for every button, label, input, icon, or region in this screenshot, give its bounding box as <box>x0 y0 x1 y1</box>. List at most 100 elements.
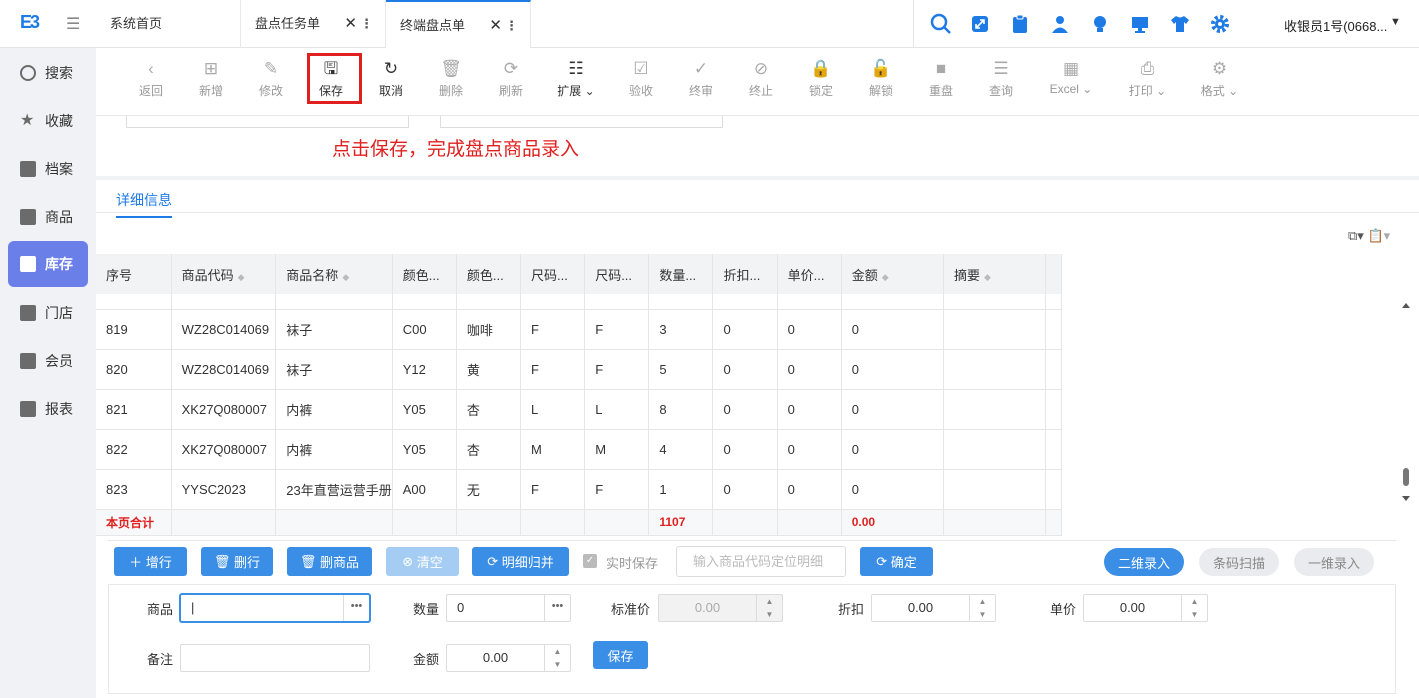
refresh-button[interactable]: ⟳ 刷新 <box>486 58 536 99</box>
ellipsis-icon[interactable]: ••• <box>343 595 369 621</box>
refresh-icon: ⟳ <box>487 553 502 569</box>
bulb-icon[interactable] <box>1090 14 1110 34</box>
stepper-icon[interactable]: ▲ ▼ <box>969 595 995 621</box>
query-button[interactable]: ☰ 查询 <box>976 58 1026 99</box>
cancel-button[interactable]: ↻ 取消 <box>366 58 416 99</box>
tab-count-task[interactable]: 盘点任务单 ✕ ⋮ <box>241 0 386 48</box>
add-row-button[interactable]: ＋ 增行 <box>114 547 187 576</box>
col-header[interactable]: 摘要 ◆ <box>943 254 1047 294</box>
close-icon[interactable]: ✕ <box>489 2 502 50</box>
accept-button[interactable]: ☑ 验收 <box>616 58 666 99</box>
col-header[interactable]: 颜色... <box>392 254 457 294</box>
col-header[interactable]: 商品代码 ◆ <box>171 254 277 294</box>
more-icon[interactable]: ⋮ <box>505 2 518 50</box>
col-header[interactable]: 颜色... <box>456 254 522 294</box>
col-header[interactable]: 序号 <box>96 254 172 294</box>
gear-icon[interactable] <box>1210 14 1230 34</box>
approve-button[interactable]: ✓ 终审 <box>676 58 726 99</box>
table-row[interactable]: 819 WZ28C014069 袜子 C00 咖啡 F F 3 0 0 0 <box>96 309 1062 350</box>
stepper-icon[interactable]: ▲ ▼ <box>544 645 570 671</box>
qr-entry-button[interactable]: 二维录入 <box>1104 548 1184 576</box>
form-field-partial[interactable] <box>126 116 409 128</box>
stepper-icon[interactable]: ▲ ▼ <box>1181 595 1207 621</box>
toolbar-label: Excel <box>1049 82 1079 96</box>
excel-button[interactable]: ▦ Excel ⌄ <box>1041 58 1101 96</box>
back-button[interactable]: ‹ 返回 <box>126 58 176 99</box>
search-icon[interactable] <box>930 13 952 35</box>
fullscreen-icon[interactable] <box>970 14 990 34</box>
sidebar-item-store[interactable]: 门店 <box>8 293 88 333</box>
edit-button[interactable]: ✎ 修改 <box>246 58 296 99</box>
print-button[interactable]: ⎙ 打印 ⌄ <box>1120 58 1175 99</box>
delete-button[interactable]: 🗑 删除 <box>426 58 476 99</box>
caret-down-icon[interactable]: ▼ <box>1390 16 1401 28</box>
more-icon[interactable]: ⋮ <box>360 0 373 48</box>
qty-input[interactable]: 0 ••• <box>446 594 571 622</box>
collapse-menu-icon[interactable]: ☰ <box>66 14 80 34</box>
col-header[interactable]: 数量... <box>648 254 714 294</box>
close-icon[interactable]: ✕ <box>344 0 357 48</box>
sidebar-item-label: 报表 <box>45 401 73 417</box>
clear-button[interactable]: ⊗ 清空 <box>386 547 459 576</box>
price-label: 单价 <box>1050 602 1077 617</box>
discount-input[interactable]: 0.00 ▲ ▼ <box>871 594 996 622</box>
sidebar-item-report[interactable]: 报表 <box>8 389 88 429</box>
table-row[interactable]: 823 YYSC2023 23年直营运营手册 A00 无 F F 1 0 0 0 <box>96 469 1062 510</box>
barcode-scan-button[interactable]: 条码扫描 <box>1199 548 1279 576</box>
stepper-icon: ▲ ▼ <box>756 595 782 621</box>
oned-entry-button[interactable]: 一维录入 <box>1294 548 1374 576</box>
table-row[interactable]: 821 XK27Q080007 内裤 Y05 杏 L L 8 0 0 0 <box>96 389 1062 430</box>
table-row[interactable]: 820 WZ28C014069 袜子 Y12 黄 F F 5 0 0 0 <box>96 349 1062 390</box>
unlock-button[interactable]: 🔓 解锁 <box>856 58 906 99</box>
search-icon <box>20 65 36 81</box>
merge-detail-button[interactable]: ⟳ 明细归并 <box>472 547 569 576</box>
paste-icon[interactable]: 📋▾ <box>1367 228 1390 243</box>
sidebar-item-member[interactable]: 会员 <box>8 341 88 381</box>
extend-button[interactable]: ☷ 扩展 ⌄ <box>551 58 601 99</box>
price-input[interactable]: 0.00 ▲ ▼ <box>1083 594 1208 622</box>
cashier-icon[interactable] <box>1130 14 1150 34</box>
goods-input[interactable]: | ••• <box>180 594 370 622</box>
stop-button[interactable]: ⊘ 终止 <box>736 58 786 99</box>
vertical-scrollbar[interactable] <box>1400 300 1412 512</box>
user-icon[interactable] <box>1050 14 1070 34</box>
col-header[interactable]: 尺码... <box>520 254 586 294</box>
sidebar-item-archive[interactable]: 档案 <box>8 149 88 189</box>
tab-detail-info[interactable]: 详细信息 <box>116 190 172 218</box>
confirm-button[interactable]: ⟳ 确定 <box>860 547 933 576</box>
user-menu[interactable]: 收银员1号(0668... <box>1284 16 1387 35</box>
recount-button[interactable]: ■ 重盘 <box>916 58 966 99</box>
sidebar-item-inventory[interactable]: 库存 <box>8 241 88 287</box>
delete-row-button[interactable]: 🗑 删行 <box>201 547 273 576</box>
delete-goods-button[interactable]: 🗑 删商品 <box>287 547 372 576</box>
tab-home[interactable]: 系统首页 <box>96 0 241 48</box>
add-button[interactable]: ⊞ 新增 <box>186 58 236 99</box>
sidebar-item-search[interactable]: 搜索 <box>8 53 88 93</box>
sidebar-item-favorites[interactable]: ★ 收藏 <box>8 101 88 141</box>
sidebar-item-goods[interactable]: 商品 <box>8 197 88 237</box>
form-field-partial[interactable] <box>440 116 723 128</box>
ellipsis-icon[interactable]: ••• <box>544 595 570 621</box>
table-row[interactable]: 822 XK27Q080007 内裤 Y05 杏 M M 4 0 0 0 <box>96 429 1062 470</box>
col-header[interactable]: 折扣... <box>712 254 778 294</box>
toolbar-label: 终审 <box>688 84 713 98</box>
copy-icon[interactable]: ⧉▾ <box>1348 228 1364 243</box>
col-header[interactable]: 商品名称 ◆ <box>275 254 393 294</box>
col-header[interactable]: 金额 ◆ <box>841 254 944 294</box>
remark-input[interactable] <box>180 644 370 672</box>
table-row[interactable] <box>96 294 1062 310</box>
store-icon <box>20 305 36 321</box>
tab-terminal-count[interactable]: 终端盘点单 ✕ ⋮ <box>386 0 531 48</box>
lock-button[interactable]: 🔒 锁定 <box>796 58 846 99</box>
entry-save-button[interactable]: 保存 <box>593 641 648 669</box>
refresh-icon: ⟳ <box>503 59 519 78</box>
amount-input[interactable]: 0.00 ▲ ▼ <box>446 644 571 672</box>
col-header[interactable]: 尺码... <box>584 254 650 294</box>
locate-detail-input[interactable]: 输入商品代码定位明细 <box>676 546 846 577</box>
shirt-icon[interactable] <box>1170 14 1190 34</box>
clipboard-icon[interactable] <box>1010 14 1030 34</box>
total-row: 本页合计 1107 0.00 <box>96 509 1062 536</box>
realtime-save-checkbox[interactable]: ✓ <box>583 554 597 568</box>
format-button[interactable]: ⚙ 格式 ⌄ <box>1192 58 1247 99</box>
col-header[interactable]: 单价... <box>777 254 842 294</box>
